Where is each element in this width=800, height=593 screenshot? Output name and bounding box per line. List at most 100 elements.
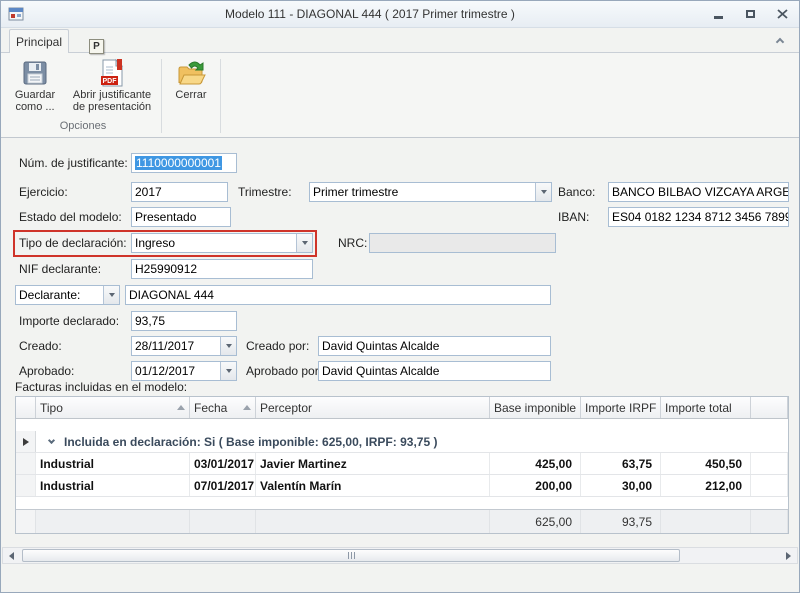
dropdown-arrow-icon[interactable]: [296, 234, 312, 252]
group-expand-icon[interactable]: [48, 437, 55, 444]
grid-empty-area: [16, 497, 788, 509]
creado-label: Creado:: [19, 336, 62, 356]
table-row[interactable]: Industrial 07/01/2017 Valentín Marín 200…: [16, 475, 788, 497]
pdf-badge-text: PDF: [103, 78, 118, 85]
thumb-grip-icon: [354, 552, 355, 559]
opciones-group-label: Opciones: [7, 120, 159, 132]
restore-button[interactable]: [741, 6, 759, 22]
cell-tipo[interactable]: Industrial: [36, 453, 190, 474]
cerrar-button[interactable]: Cerrar: [165, 57, 217, 119]
facturas-grid: Tipo Fecha Perceptor Base imponible Impo…: [15, 396, 789, 534]
column-header-fecha[interactable]: Fecha: [190, 397, 256, 418]
aprobado-value: 01/12/2017: [135, 364, 195, 378]
tab-principal[interactable]: Principal: [9, 29, 69, 53]
column-header-tipo[interactable]: Tipo: [36, 397, 190, 418]
declarante-selector[interactable]: Declarante:: [15, 285, 120, 305]
cell-importe-irpf[interactable]: 63,75: [581, 453, 661, 474]
creado-date-field[interactable]: 28/11/2017: [131, 336, 237, 356]
cell-base-imponible[interactable]: 425,00: [490, 453, 581, 474]
trimestre-combo[interactable]: Primer trimestre: [309, 182, 552, 202]
group-row-cell[interactable]: Incluida en declaración: Si ( Base impon…: [36, 431, 788, 452]
aprobado-por-field[interactable]: David Quintas Alcalde: [318, 361, 551, 381]
chevron-up-icon: [776, 38, 784, 46]
creado-por-field[interactable]: David Quintas Alcalde: [318, 336, 551, 356]
column-header-importe-irpf[interactable]: Importe IRPF: [581, 397, 661, 418]
ribbon-collapse-button[interactable]: [771, 34, 789, 49]
banco-label: Banco:: [558, 182, 595, 202]
scroll-right-button[interactable]: [780, 548, 797, 563]
dropdown-arrow-icon[interactable]: [220, 362, 236, 380]
importe-declarado-field[interactable]: 93,75: [131, 311, 237, 331]
save-icon: [20, 57, 50, 89]
dropdown-arrow-icon[interactable]: [103, 286, 119, 304]
abrir-justificante-button[interactable]: PDF Abrir justificante de presentación: [65, 57, 159, 119]
pdf-document-icon: PDF: [97, 57, 127, 89]
thumb-grip-icon: [348, 552, 349, 559]
sort-ascending-icon: [243, 405, 251, 410]
scroll-left-button[interactable]: [3, 548, 20, 563]
column-header-perceptor[interactable]: Perceptor: [256, 397, 490, 418]
scrollbar-track[interactable]: [20, 548, 780, 563]
close-icon: [777, 9, 788, 19]
num-justificante-field[interactable]: 1110000000001: [131, 153, 237, 173]
trimestre-value: Primer trimestre: [313, 185, 398, 199]
horizontal-scrollbar[interactable]: [2, 547, 798, 564]
minimize-button[interactable]: [709, 6, 727, 22]
summary-row: 625,00 93,75: [16, 509, 788, 533]
app-window: Modelo 111 - DIAGONAL 444 ( 2017 Primer …: [0, 0, 800, 593]
banco-field[interactable]: BANCO BILBAO VIZCAYA ARGENTARIA: [608, 182, 789, 202]
declarante-field[interactable]: DIAGONAL 444: [125, 285, 551, 305]
summary-importe-irpf: 93,75: [581, 510, 661, 533]
row-indicator-cell: [16, 453, 36, 474]
nif-declarante-label: NIF declarante:: [19, 259, 101, 279]
cell-importe-irpf[interactable]: 30,00: [581, 475, 661, 496]
abrir-label-line1: Abrir justificante: [73, 89, 151, 101]
ribbon-tab-row: Principal: [1, 28, 799, 52]
grid-indicator-header: [16, 397, 36, 418]
column-header-irpf-label: Importe IRPF: [585, 401, 656, 415]
nif-declarante-field[interactable]: H25990912: [131, 259, 313, 279]
cell-filler: [751, 475, 788, 496]
cell-perceptor[interactable]: Javier Martinez: [256, 453, 490, 474]
cell-importe-total[interactable]: 450,50: [661, 453, 751, 474]
cell-tipo[interactable]: Industrial: [36, 475, 190, 496]
row-indicator-cell: [16, 510, 36, 533]
column-header-filler: [751, 397, 788, 418]
ribbon-separator: [161, 59, 162, 133]
tipo-declaracion-combo[interactable]: Ingreso: [131, 233, 313, 253]
column-header-total-label: Importe total: [665, 401, 732, 415]
close-button[interactable]: [773, 6, 791, 22]
iban-field[interactable]: ES04 0182 1234 8712 3456 7899: [608, 207, 789, 227]
keytip-badge: P: [89, 39, 104, 54]
iban-label: IBAN:: [558, 207, 589, 227]
summary-base-imponible: 625,00: [490, 510, 581, 533]
group-row-text: Incluida en declaración: Si ( Base impon…: [64, 435, 437, 449]
grid-header-row: Tipo Fecha Perceptor Base imponible Impo…: [16, 397, 788, 419]
column-header-importe-total[interactable]: Importe total: [661, 397, 751, 418]
cell-base-imponible[interactable]: 200,00: [490, 475, 581, 496]
ejercicio-field[interactable]: 2017: [131, 182, 228, 202]
trimestre-label: Trimestre:: [238, 182, 292, 202]
group-row[interactable]: Incluida en declaración: Si ( Base impon…: [16, 431, 788, 453]
guardar-como-button[interactable]: Guardar como ...: [7, 57, 63, 119]
tipo-declaracion-value: Ingreso: [135, 236, 175, 250]
dropdown-arrow-icon[interactable]: [535, 183, 551, 201]
estado-label: Estado del modelo:: [19, 207, 122, 227]
cell-importe-total[interactable]: 212,00: [661, 475, 751, 496]
cell-perceptor[interactable]: Valentín Marín: [256, 475, 490, 496]
dropdown-arrow-icon[interactable]: [220, 337, 236, 355]
estado-field[interactable]: Presentado: [131, 207, 231, 227]
cell-fecha[interactable]: 03/01/2017: [190, 453, 256, 474]
abrir-label-line2: de presentación: [73, 101, 151, 113]
importe-declarado-label: Importe declarado:: [19, 311, 119, 331]
nrc-field[interactable]: [369, 233, 556, 253]
thumb-grip-icon: [351, 552, 352, 559]
cell-fecha[interactable]: 07/01/2017: [190, 475, 256, 496]
row-indicator-cell: [16, 475, 36, 496]
num-justificante-value: 1110000000001: [135, 156, 222, 170]
column-header-fecha-label: Fecha: [194, 401, 227, 415]
table-row[interactable]: Industrial 03/01/2017 Javier Martinez 42…: [16, 453, 788, 475]
scrollbar-thumb[interactable]: [22, 549, 680, 562]
column-header-base-imponible[interactable]: Base imponible: [490, 397, 581, 418]
summary-empty: [751, 510, 788, 533]
